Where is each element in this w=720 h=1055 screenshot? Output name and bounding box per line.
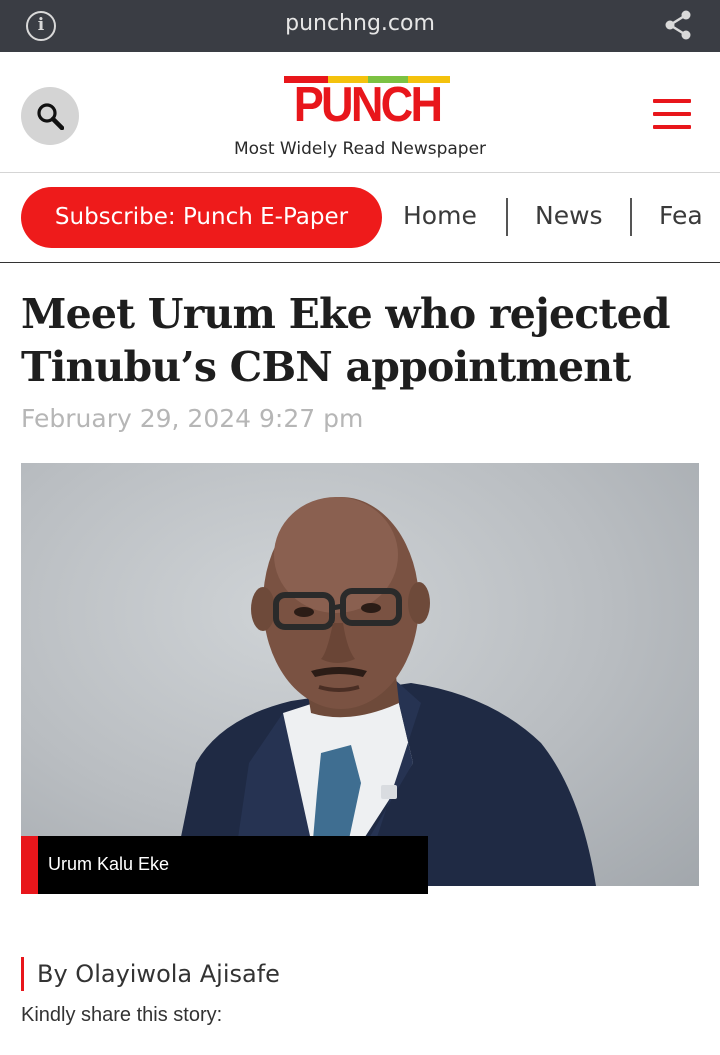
main-nav: Subscribe: Punch E-Paper Home News Fea bbox=[0, 174, 720, 263]
hamburger-menu-icon[interactable] bbox=[653, 97, 691, 131]
url-text[interactable]: punchng.com bbox=[0, 11, 720, 36]
article-photo bbox=[21, 463, 699, 886]
search-button[interactable] bbox=[21, 87, 79, 145]
browser-url-bar: i punchng.com bbox=[0, 0, 720, 52]
image-caption: Urum Kalu Eke bbox=[21, 836, 428, 894]
subscribe-button[interactable]: Subscribe: Punch E-Paper bbox=[21, 187, 382, 248]
nav-separator bbox=[630, 198, 632, 236]
article-byline[interactable]: By Olayiwola Ajisafe bbox=[21, 957, 280, 991]
caption-accent-bar bbox=[21, 836, 38, 894]
nav-item-features[interactable]: Fea bbox=[659, 201, 703, 230]
nav-item-news[interactable]: News bbox=[535, 201, 603, 230]
article-headline: Meet Urum Eke who rejected Tinubu’s CBN … bbox=[21, 290, 671, 391]
site-header: PUNCH Most Widely Read Newspaper bbox=[0, 52, 720, 173]
nav-item-home[interactable]: Home bbox=[403, 201, 477, 230]
punch-logo[interactable]: PUNCH bbox=[284, 76, 450, 132]
site-tagline: Most Widely Read Newspaper bbox=[233, 139, 487, 159]
article-date: February 29, 2024 9:27 pm bbox=[21, 404, 364, 433]
share-prompt: Kindly share this story: bbox=[21, 1004, 223, 1026]
search-icon bbox=[37, 103, 64, 130]
nav-separator bbox=[506, 198, 508, 236]
logo-text: PUNCH bbox=[293, 78, 443, 132]
share-icon[interactable] bbox=[664, 10, 692, 40]
caption-text: Urum Kalu Eke bbox=[48, 854, 170, 874]
portrait-illustration bbox=[171, 497, 596, 886]
